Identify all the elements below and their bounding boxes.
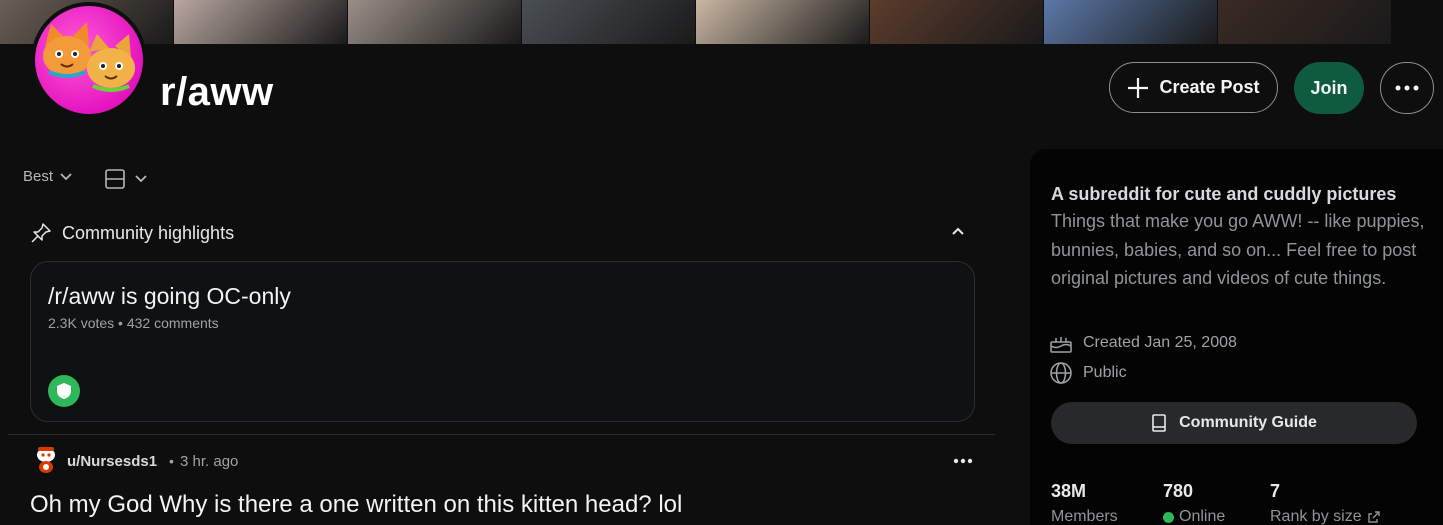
members-label: Members [1051,508,1118,525]
online-label: Online [1163,508,1225,525]
created-date-row: Created Jan 25, 2008 [1049,332,1237,354]
chevron-down-icon [60,172,72,180]
members-label-text: Members [1051,508,1118,525]
banner-photo-tile [348,0,521,44]
feed-divider [8,434,995,435]
create-post-label: Create Post [1159,77,1260,97]
ellipsis-icon [1395,85,1419,91]
created-date: Created Jan 25, 2008 [1083,334,1237,351]
banner-photo-tile [522,0,695,44]
community-guide-label: Community Guide [1179,414,1317,431]
create-post-button[interactable]: Create Post [1109,62,1278,113]
highlight-title[interactable]: /r/aww is going OC-only [48,283,291,310]
plus-icon [1128,77,1149,98]
highlight-meta: 2.3K votes • 432 comments [48,315,219,331]
banner-photo-tile [870,0,1043,44]
visibility-label: Public [1083,364,1127,381]
post-separator: • [169,453,174,469]
online-label-text: Online [1179,508,1226,525]
sort-label: Best [23,168,54,185]
collapse-highlights-button[interactable] [950,224,966,242]
sort-dropdown[interactable]: Best [23,168,73,185]
more-options-button[interactable] [1380,62,1434,114]
community-avatar [31,2,147,118]
book-icon [1152,414,1166,432]
community-highlights-label: Community highlights [62,222,235,243]
view-dropdown[interactable] [104,168,148,190]
ellipsis-icon [953,458,973,464]
chevron-down-icon [135,175,147,183]
banner-photo-tile [174,0,347,44]
external-link-icon [1367,511,1380,523]
community-guide-button[interactable]: Community Guide [1051,402,1417,444]
cat-mascot-icon [43,22,135,92]
banner-photo-tile [1218,0,1391,44]
post-title[interactable]: Oh my God Why is there a one written on … [30,491,682,519]
globe-icon [1050,362,1072,384]
rank-label-text: Rank by size [1270,508,1362,525]
cake-icon [1050,337,1072,353]
banner-photo-tile [696,0,869,44]
chevron-up-icon [952,227,964,235]
highlight-card[interactable]: /r/aww is going OC-only 2.3K votes • 432… [30,261,975,422]
join-button[interactable]: Join [1294,62,1364,114]
moderator-shield-icon [48,375,80,407]
post-username[interactable]: u/Nursesds1 [67,453,157,470]
banner-photo-tile [1044,0,1217,44]
rank-label[interactable]: Rank by size [1270,508,1381,525]
post-timestamp: 3 hr. ago [180,453,239,470]
pin-icon [31,223,51,243]
visibility-row: Public [1049,361,1127,385]
online-count: 780 [1163,481,1194,501]
community-headline: A subreddit for cute and cuddly pictures [1051,184,1397,204]
community-sidebar: A subreddit for cute and cuddly pictures… [1030,149,1443,525]
join-label: Join [1310,77,1348,98]
snoo-avatar-icon [37,447,55,473]
community-title: r/aww [160,70,274,114]
post-options-button[interactable] [948,451,978,471]
community-highlights-header: Community highlights [30,222,234,244]
user-avatar[interactable] [33,445,59,475]
card-view-icon [105,169,125,189]
rank-value: 7 [1270,481,1281,501]
members-count: 38M [1051,481,1087,501]
online-status-icon [1163,511,1174,523]
community-banner [0,0,1443,44]
community-description: Things that make you go AWW! -- like pup… [1051,211,1425,288]
